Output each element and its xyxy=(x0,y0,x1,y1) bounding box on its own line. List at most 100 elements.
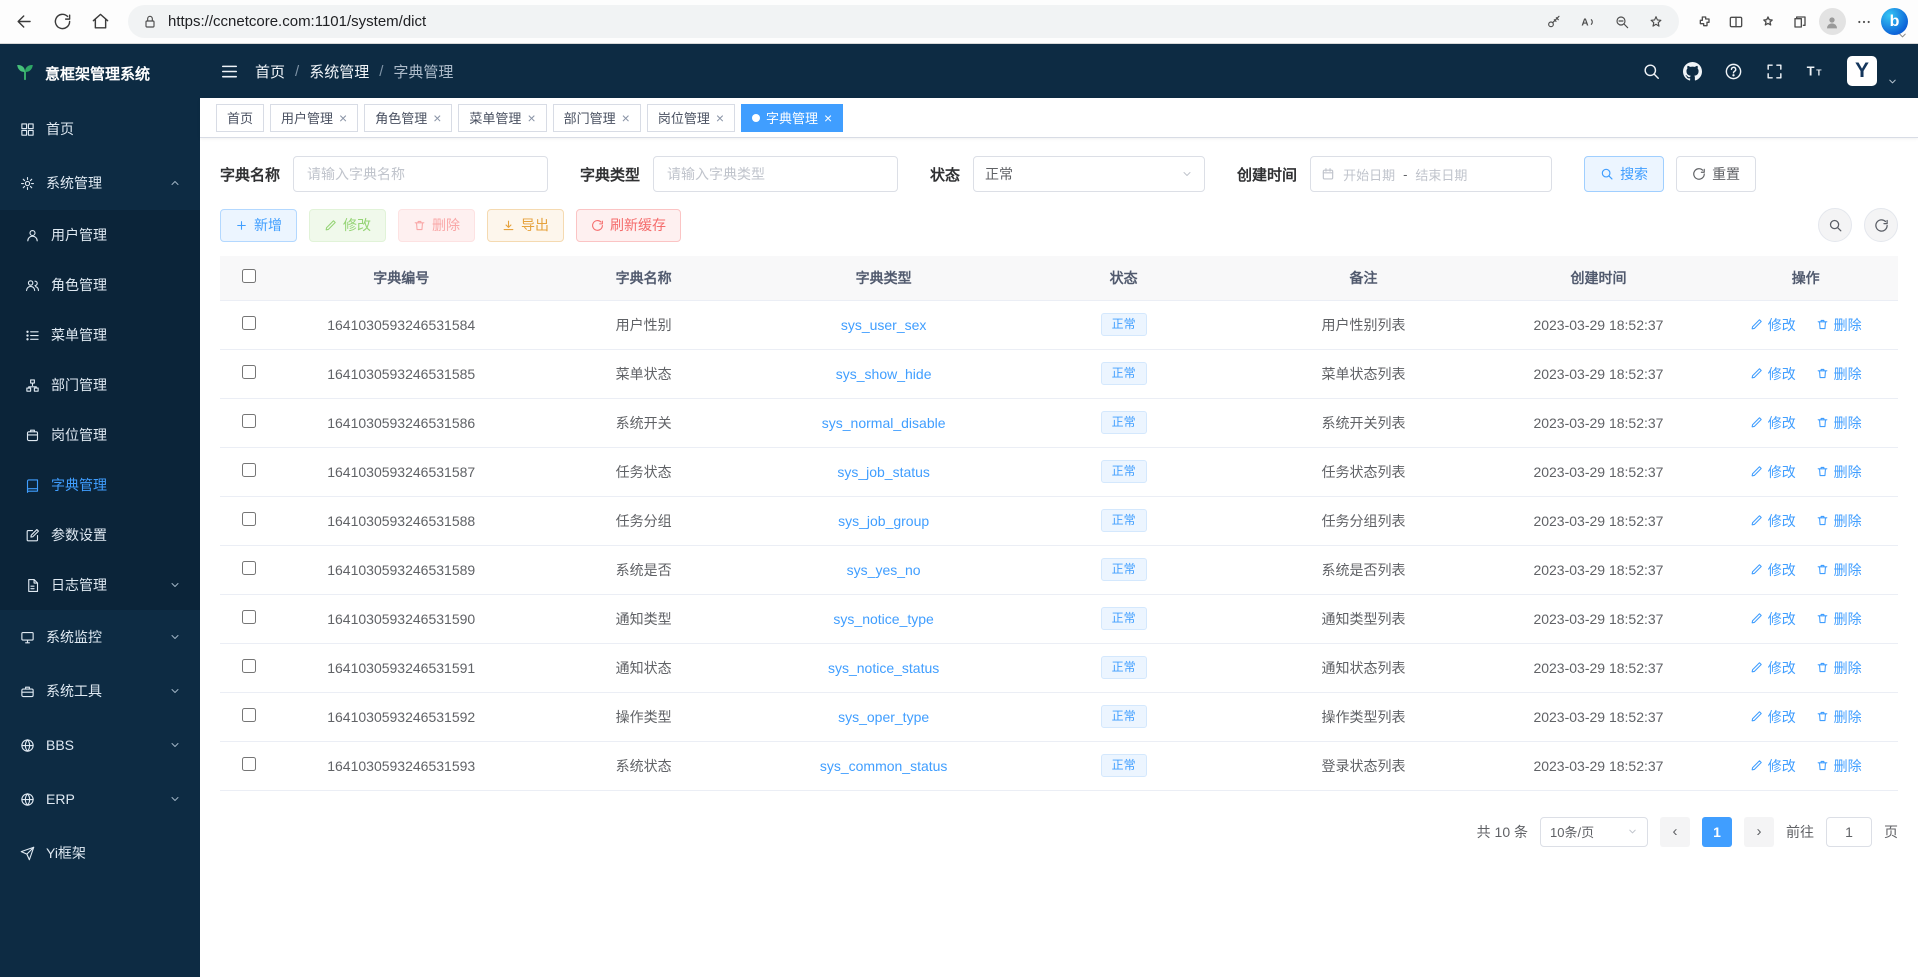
export-button[interactable]: 导出 xyxy=(487,209,564,242)
row-checkbox[interactable] xyxy=(242,512,256,526)
row-checkbox[interactable] xyxy=(242,463,256,477)
tab-dept-mgmt[interactable]: 部门管理× xyxy=(553,104,641,132)
row-delete-button[interactable]: 删除 xyxy=(1816,364,1862,384)
dict-type-link[interactable]: sys_yes_no xyxy=(847,562,921,578)
dict-type-link[interactable]: sys_user_sex xyxy=(841,317,927,333)
sidebar-item-tools[interactable]: 系统工具 xyxy=(0,664,200,718)
tab-user-mgmt[interactable]: 用户管理× xyxy=(270,104,358,132)
row-edit-button[interactable]: 修改 xyxy=(1750,511,1796,531)
row-edit-button[interactable]: 修改 xyxy=(1750,364,1796,384)
select-all-checkbox[interactable] xyxy=(242,269,256,283)
tab-dict-mgmt[interactable]: 字典管理× xyxy=(741,104,843,132)
collections-icon[interactable] xyxy=(1785,8,1815,36)
github-icon[interactable] xyxy=(1683,62,1702,81)
favorites-icon[interactable] xyxy=(1753,8,1783,36)
dict-type-link[interactable]: sys_common_status xyxy=(820,758,948,774)
dict-type-input[interactable] xyxy=(653,156,898,192)
search-button[interactable]: 搜索 xyxy=(1584,156,1664,192)
tab-menu-mgmt[interactable]: 菜单管理× xyxy=(458,104,546,132)
row-delete-button[interactable]: 删除 xyxy=(1816,658,1862,678)
address-bar[interactable]: https://ccnetcore.com:1101/system/dict A xyxy=(128,5,1679,38)
row-edit-button[interactable]: 修改 xyxy=(1750,707,1796,727)
fullscreen-icon[interactable] xyxy=(1765,62,1784,81)
read-aloud-icon[interactable]: A xyxy=(1573,8,1603,36)
password-key-icon[interactable] xyxy=(1539,8,1569,36)
row-edit-button[interactable]: 修改 xyxy=(1750,658,1796,678)
row-checkbox[interactable] xyxy=(242,610,256,624)
dict-type-link[interactable]: sys_job_status xyxy=(837,464,930,480)
row-checkbox[interactable] xyxy=(242,365,256,379)
close-tab-icon[interactable]: × xyxy=(716,111,724,125)
menu-fold-icon[interactable] xyxy=(220,62,239,81)
sidebar-item-param-settings[interactable]: 参数设置 xyxy=(0,510,200,560)
sidebar-item-log-mgmt[interactable]: 日志管理 xyxy=(0,560,200,610)
tab-role-mgmt[interactable]: 角色管理× xyxy=(364,104,452,132)
refresh-cache-button[interactable]: 刷新缓存 xyxy=(576,209,681,242)
row-delete-button[interactable]: 删除 xyxy=(1816,462,1862,482)
row-checkbox[interactable] xyxy=(242,659,256,673)
row-edit-button[interactable]: 修改 xyxy=(1750,462,1796,482)
close-tab-icon[interactable]: × xyxy=(433,111,441,125)
sidebar-item-system[interactable]: 系统管理 xyxy=(0,156,200,210)
delete-button[interactable]: 删除 xyxy=(398,209,475,242)
row-edit-button[interactable]: 修改 xyxy=(1750,756,1796,776)
font-size-icon[interactable]: TT xyxy=(1806,62,1825,81)
row-delete-button[interactable]: 删除 xyxy=(1816,315,1862,335)
add-button[interactable]: 新增 xyxy=(220,209,297,242)
sidebar-item-dept-mgmt[interactable]: 部门管理 xyxy=(0,360,200,410)
toggle-search-button[interactable] xyxy=(1818,208,1852,242)
row-delete-button[interactable]: 删除 xyxy=(1816,756,1862,776)
sidebar-item-home[interactable]: 首页 xyxy=(0,102,200,156)
breadcrumb-system[interactable]: 系统管理 xyxy=(309,61,369,82)
close-tab-icon[interactable]: × xyxy=(622,111,630,125)
home-button[interactable] xyxy=(82,5,118,39)
status-select[interactable]: 正常 xyxy=(973,156,1205,192)
sidebar-item-role-mgmt[interactable]: 角色管理 xyxy=(0,260,200,310)
refresh-table-button[interactable] xyxy=(1864,208,1898,242)
sidebar-item-user-mgmt[interactable]: 用户管理 xyxy=(0,210,200,260)
row-checkbox[interactable] xyxy=(242,561,256,575)
close-tab-icon[interactable]: × xyxy=(527,111,535,125)
breadcrumb-home[interactable]: 首页 xyxy=(255,61,285,82)
sidebar-item-yi-framework[interactable]: Yi框架 xyxy=(0,826,200,880)
sidebar-item-post-mgmt[interactable]: 岗位管理 xyxy=(0,410,200,460)
tab-home[interactable]: 首页 xyxy=(216,104,264,132)
sidebar-item-bbs[interactable]: BBS xyxy=(0,718,200,772)
row-edit-button[interactable]: 修改 xyxy=(1750,413,1796,433)
sidebar-item-monitor[interactable]: 系统监控 xyxy=(0,610,200,664)
next-page-button[interactable]: › xyxy=(1744,817,1774,847)
split-screen-icon[interactable] xyxy=(1721,8,1751,36)
row-edit-button[interactable]: 修改 xyxy=(1750,560,1796,580)
row-delete-button[interactable]: 删除 xyxy=(1816,609,1862,629)
page-size-select[interactable]: 10条/页 xyxy=(1540,817,1648,847)
search-icon[interactable] xyxy=(1642,62,1661,81)
dict-name-input[interactable] xyxy=(293,156,548,192)
reset-button[interactable]: 重置 xyxy=(1676,156,1756,192)
sidebar-collapse-icon[interactable] xyxy=(1897,30,1908,41)
help-icon[interactable] xyxy=(1724,62,1743,81)
extensions-icon[interactable] xyxy=(1689,8,1719,36)
row-delete-button[interactable]: 删除 xyxy=(1816,707,1862,727)
date-range-picker[interactable]: 开始日期 - 结束日期 xyxy=(1310,156,1552,192)
favorites-add-icon[interactable] xyxy=(1641,8,1671,36)
row-delete-button[interactable]: 删除 xyxy=(1816,511,1862,531)
row-checkbox[interactable] xyxy=(242,316,256,330)
row-delete-button[interactable]: 删除 xyxy=(1816,413,1862,433)
row-edit-button[interactable]: 修改 xyxy=(1750,609,1796,629)
sidebar-item-menu-mgmt[interactable]: 菜单管理 xyxy=(0,310,200,360)
dict-type-link[interactable]: sys_notice_status xyxy=(828,660,939,676)
tab-post-mgmt[interactable]: 岗位管理× xyxy=(647,104,735,132)
close-tab-icon[interactable]: × xyxy=(824,111,832,125)
sidebar-item-erp[interactable]: ERP xyxy=(0,772,200,826)
dict-type-link[interactable]: sys_show_hide xyxy=(836,366,932,382)
dict-type-link[interactable]: sys_normal_disable xyxy=(822,415,946,431)
zoom-out-icon[interactable] xyxy=(1607,8,1637,36)
dict-type-link[interactable]: sys_oper_type xyxy=(838,709,929,725)
profile-avatar[interactable] xyxy=(1817,8,1847,36)
row-delete-button[interactable]: 删除 xyxy=(1816,560,1862,580)
page-1-button[interactable]: 1 xyxy=(1702,817,1732,847)
row-checkbox[interactable] xyxy=(242,414,256,428)
dict-type-link[interactable]: sys_job_group xyxy=(838,513,929,529)
dict-type-link[interactable]: sys_notice_type xyxy=(833,611,933,627)
close-tab-icon[interactable]: × xyxy=(339,111,347,125)
